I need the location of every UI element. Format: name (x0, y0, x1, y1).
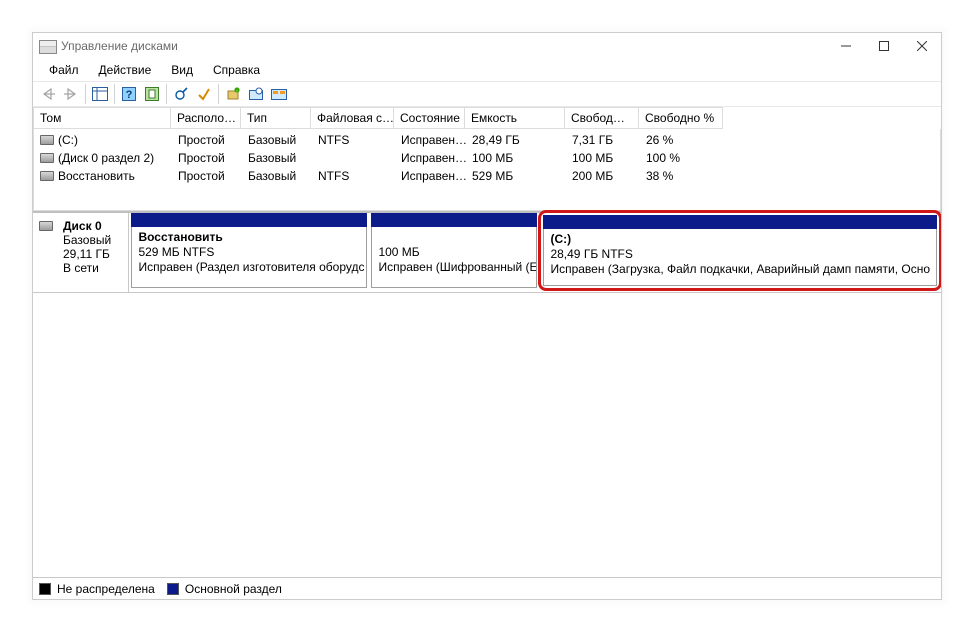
volume-layout: Простой (172, 151, 242, 165)
check-icon[interactable] (193, 83, 215, 105)
volume-icon (40, 135, 54, 145)
col-volume[interactable]: Том (33, 107, 171, 129)
volume-capacity: 100 МБ (466, 151, 566, 165)
volume-free: 200 МБ (566, 169, 640, 183)
close-button[interactable] (903, 33, 941, 59)
volume-row[interactable]: (C:) Простой Базовый NTFS Исправен… 28,4… (34, 131, 940, 149)
action3-icon[interactable] (268, 83, 290, 105)
svg-text:↑: ↑ (236, 88, 239, 94)
partition-title: Восстановить (138, 230, 222, 244)
forward-button[interactable] (60, 83, 82, 105)
col-free-pct[interactable]: Свободно % (639, 107, 723, 129)
col-free[interactable]: Свобод… (565, 107, 639, 129)
volume-capacity: 28,49 ГБ (466, 133, 566, 147)
panes-icon[interactable] (89, 83, 111, 105)
partition-size: 100 МБ (378, 245, 419, 259)
disk-status: В сети (63, 261, 99, 275)
menu-help[interactable]: Справка (203, 61, 270, 79)
col-type[interactable]: Тип (241, 107, 311, 129)
menu-file[interactable]: Файл (39, 61, 89, 79)
disk-icon (39, 221, 53, 231)
app-icon (39, 40, 55, 52)
partition-state: Исправен (Шифрованный (Еl (378, 260, 537, 274)
volume-layout: Простой (172, 169, 242, 183)
volume-fs: NTFS (312, 133, 395, 147)
disk-management-window: Управление дисками Файл Действие Вид Спр… (32, 32, 942, 600)
volume-header: Том Располо… Тип Файловая с… Состояние Е… (33, 107, 941, 129)
col-layout[interactable]: Располо… (171, 107, 241, 129)
legend: Не распределена Основной раздел (33, 577, 941, 599)
window-title: Управление дисками (61, 39, 178, 53)
volume-name: (C:) (58, 133, 78, 147)
menubar: Файл Действие Вид Справка (33, 59, 941, 81)
minimize-button[interactable] (827, 33, 865, 59)
volume-capacity: 529 МБ (466, 169, 566, 183)
volume-type: Базовый (242, 169, 312, 183)
volume-state: Исправен… (395, 133, 466, 147)
volume-name: Восстановить (58, 169, 135, 183)
legend-primary: Основной раздел (185, 582, 282, 596)
menu-action[interactable]: Действие (89, 61, 162, 79)
col-fs[interactable]: Файловая с… (311, 107, 394, 129)
menu-view[interactable]: Вид (161, 61, 203, 79)
volume-free-pct: 38 % (640, 169, 724, 183)
legend-unallocated: Не распределена (57, 582, 155, 596)
volume-icon (40, 171, 54, 181)
partition-recovery[interactable]: Восстановить 529 МБ NTFS Исправен (Разде… (131, 213, 367, 288)
volume-free-pct: 26 % (640, 133, 724, 147)
partition-c-highlighted[interactable]: (C:) 28,49 ГБ NTFS Исправен (Загрузка, Ф… (538, 210, 942, 291)
col-state[interactable]: Состояние (394, 107, 465, 129)
partition-efi[interactable]: 100 МБ Исправен (Шифрованный (Еl (371, 213, 537, 288)
volume-type: Базовый (242, 151, 312, 165)
partition-size: 28,49 ГБ NTFS (550, 247, 632, 261)
legend-swatch-unallocated (39, 583, 51, 595)
action1-icon[interactable]: ↑ (222, 83, 244, 105)
maximize-button[interactable] (865, 33, 903, 59)
volume-free: 100 МБ (566, 151, 640, 165)
volume-free: 7,31 ГБ (566, 133, 640, 147)
refresh-icon[interactable] (170, 83, 192, 105)
legend-swatch-primary (167, 583, 179, 595)
disk-size: 29,11 ГБ (63, 247, 110, 261)
volume-type: Базовый (242, 133, 312, 147)
partition-state: Исправен (Раздел изготовителя оборудс (138, 260, 364, 274)
titlebar[interactable]: Управление дисками (33, 33, 941, 59)
volume-list: Том Располо… Тип Файловая с… Состояние Е… (33, 107, 941, 213)
volume-free-pct: 100 % (640, 151, 724, 165)
partition-state: Исправен (Загрузка, Файл подкачки, Авари… (550, 262, 930, 276)
disk-graphical-pane: Диск 0 Базовый 29,11 ГБ В сети Восстанов… (33, 213, 941, 599)
back-button[interactable] (37, 83, 59, 105)
volume-icon (40, 153, 54, 163)
disk-info-cell[interactable]: Диск 0 Базовый 29,11 ГБ В сети (33, 213, 129, 292)
partition-size: 529 МБ NTFS (138, 245, 214, 259)
volume-layout: Простой (172, 133, 242, 147)
volume-fs: NTFS (312, 169, 395, 183)
disk-name: Диск 0 (63, 219, 102, 233)
settings-icon[interactable] (141, 83, 163, 105)
volume-name: (Диск 0 раздел 2) (58, 151, 154, 165)
toolbar: ? ↑ (33, 81, 941, 107)
disk-row: Диск 0 Базовый 29,11 ГБ В сети Восстанов… (33, 213, 941, 293)
action2-icon[interactable] (245, 83, 267, 105)
volume-row[interactable]: Восстановить Простой Базовый NTFS Исправ… (34, 167, 940, 185)
disk-type: Базовый (63, 233, 111, 247)
volume-state: Исправен… (395, 151, 466, 165)
partition-title: (C:) (550, 232, 571, 246)
svg-text:?: ? (126, 89, 133, 101)
help-icon[interactable]: ? (118, 83, 140, 105)
volume-row[interactable]: (Диск 0 раздел 2) Простой Базовый Исправ… (34, 149, 940, 167)
volume-state: Исправен… (395, 169, 466, 183)
col-capacity[interactable]: Емкость (465, 107, 565, 129)
